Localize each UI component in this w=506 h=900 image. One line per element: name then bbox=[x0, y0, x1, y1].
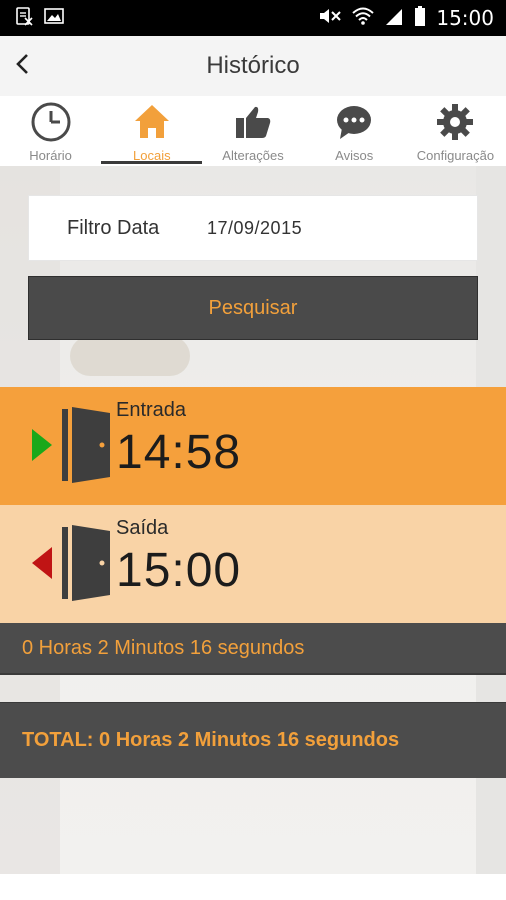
status-bar-right: 15:00 bbox=[318, 5, 494, 31]
search-button[interactable]: Pesquisar bbox=[28, 276, 478, 340]
tab-avisos[interactable]: Avisos bbox=[304, 96, 405, 166]
status-bar-left bbox=[14, 6, 64, 31]
tab-label: Horário bbox=[29, 148, 72, 163]
no-sim-icon bbox=[14, 6, 34, 31]
background-door-handle bbox=[70, 336, 190, 376]
back-button[interactable] bbox=[8, 50, 36, 82]
record-entrada: Entrada 14:58 bbox=[0, 387, 506, 505]
record-time: 15:00 bbox=[116, 544, 242, 597]
image-icon bbox=[44, 7, 64, 30]
status-bar: 15:00 bbox=[0, 0, 506, 36]
date-filter-input[interactable] bbox=[207, 217, 407, 239]
tab-label: Avisos bbox=[335, 148, 374, 163]
record-type: Saída bbox=[116, 517, 169, 539]
gear-icon bbox=[433, 100, 477, 144]
chevron-left-icon bbox=[14, 52, 30, 81]
bottom-spacer bbox=[0, 874, 506, 900]
record-saida: Saída 15:00 bbox=[0, 505, 506, 623]
door-icon bbox=[62, 403, 114, 492]
app-bar: Histórico bbox=[0, 36, 506, 96]
entrance-arrow-icon bbox=[30, 427, 54, 468]
date-filter-label: Filtro Data bbox=[67, 216, 160, 239]
tab-label: Alterações bbox=[222, 148, 284, 163]
thumbs-up-icon bbox=[231, 100, 275, 144]
duration-summary: 0 Horas 2 Minutos 16 segundos bbox=[0, 623, 506, 675]
tab-horario[interactable]: Horário bbox=[0, 96, 101, 166]
exit-arrow-icon bbox=[30, 545, 54, 586]
tab-label: Configuração bbox=[416, 148, 495, 163]
signal-icon bbox=[384, 7, 404, 30]
record-time: 14:58 bbox=[116, 426, 242, 479]
status-time: 15:00 bbox=[436, 6, 494, 30]
tab-alteracoes[interactable]: Alterações bbox=[202, 96, 303, 166]
battery-icon bbox=[414, 5, 426, 31]
page-title: Histórico bbox=[206, 52, 300, 79]
tab-label: Locais bbox=[133, 148, 171, 163]
tab-locais[interactable]: Locais bbox=[101, 96, 203, 166]
total-summary: TOTAL: 0 Horas 2 Minutos 16 segundos bbox=[0, 702, 506, 778]
tab-bar: Horário Locais Alterações Avisos Configu… bbox=[0, 96, 506, 166]
home-icon bbox=[130, 100, 174, 144]
tab-configuracao[interactable]: Configuração bbox=[405, 96, 506, 166]
wifi-icon bbox=[352, 7, 375, 30]
chat-icon bbox=[332, 100, 376, 144]
record-type: Entrada bbox=[116, 399, 187, 421]
door-icon bbox=[62, 521, 114, 610]
mute-icon bbox=[318, 7, 342, 30]
date-filter: Filtro Data bbox=[28, 195, 478, 261]
clock-icon bbox=[29, 100, 73, 144]
